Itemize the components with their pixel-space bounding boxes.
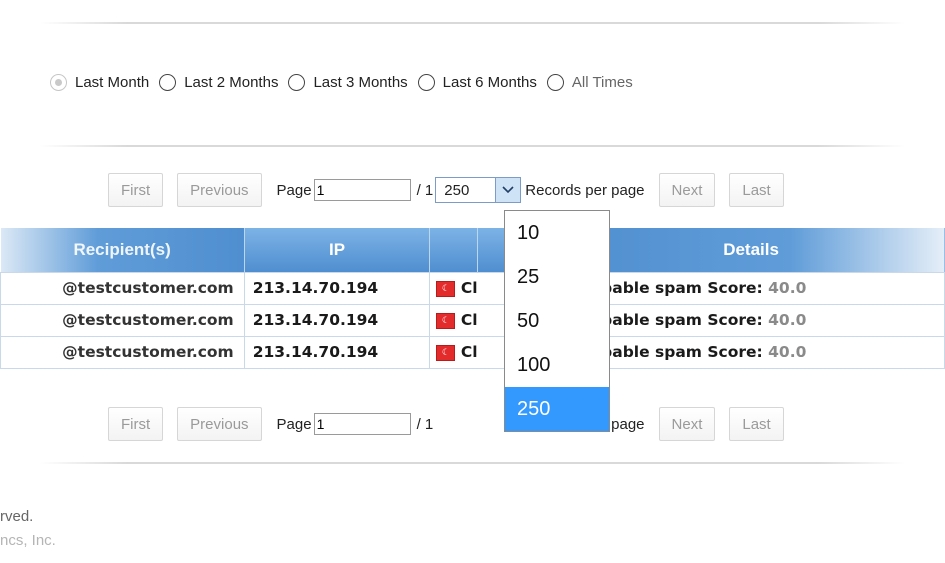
col3-text: Cl (460, 311, 478, 329)
turkey-flag-icon: ☾ (436, 344, 456, 361)
radio-icon[interactable] (159, 74, 177, 91)
column-header-flag (429, 228, 479, 272)
radio-label: Last 6 Months (442, 74, 537, 91)
radio-all-times[interactable]: All Times (546, 74, 633, 91)
dropdown-option-250[interactable]: 250 (505, 387, 609, 431)
dropdown-option-50[interactable]: 50 (505, 299, 609, 343)
col3-text: Cl (460, 279, 478, 297)
table-row[interactable]: @testcustomer.com 213.14.70.194 ☾ Cl s p… (0, 335, 945, 369)
radio-last-month[interactable]: Last Month (50, 74, 149, 91)
radio-icon[interactable] (288, 74, 306, 91)
page-number-input[interactable] (313, 413, 411, 435)
top-separator (40, 22, 905, 24)
column-header-recipients[interactable]: Recipient(s) (0, 228, 245, 272)
middle-separator (40, 145, 905, 147)
last-page-button[interactable]: Last (729, 173, 784, 207)
next-page-button[interactable]: Next (658, 173, 716, 207)
details-cell: s probable spam Score: 40.0 (557, 335, 945, 369)
page-label: Page (276, 415, 312, 433)
flag-cell: ☾ Cl (429, 335, 478, 369)
radio-icon[interactable] (546, 74, 564, 91)
records-per-page-dropdown: 10 25 50 100 250 (504, 210, 610, 432)
ip-cell: 213.14.70.194 (243, 271, 431, 305)
footer-copyright-line: rved. (0, 508, 34, 525)
date-range-radio-group: Last Month Last 2 Months Last 3 Months L… (50, 74, 643, 91)
bottom-separator (40, 462, 905, 464)
last-page-button[interactable]: Last (729, 407, 784, 441)
pager-bottom: First Previous Page / 1 Records per page… (108, 406, 784, 442)
page-number-input[interactable] (313, 179, 411, 201)
radio-icon[interactable] (50, 74, 67, 91)
dropdown-option-10[interactable]: 10 (505, 211, 609, 255)
radio-last-6-months[interactable]: Last 6 Months (417, 74, 537, 91)
table-row[interactable]: @testcustomer.com 213.14.70.194 ☾ Cl s p… (0, 303, 945, 337)
previous-page-button[interactable]: Previous (177, 173, 262, 207)
ip-cell: 213.14.70.194 (243, 335, 431, 369)
records-per-page-select[interactable]: 250 (435, 177, 522, 203)
radio-label: Last 3 Months (313, 74, 408, 91)
radio-last-3-months[interactable]: Last 3 Months (288, 74, 408, 91)
radio-label: Last 2 Months (184, 74, 279, 91)
page-count-label: / 1 (416, 415, 434, 433)
first-page-button[interactable]: First (108, 173, 164, 207)
turkey-flag-icon: ☾ (436, 280, 456, 297)
radio-label: All Times (571, 74, 633, 91)
page-count-label: / 1 (416, 181, 434, 199)
footer-company-line: ncs, Inc. (0, 532, 56, 549)
dropdown-option-25[interactable]: 25 (505, 255, 609, 299)
flag-cell: ☾ Cl (429, 303, 478, 337)
results-table: Recipient(s) IP Details @testcustomer.co… (0, 228, 945, 369)
chevron-down-icon[interactable] (495, 178, 521, 202)
next-page-button[interactable]: Next (658, 407, 716, 441)
pager-top: First Previous Page / 1 250 Records per … (108, 172, 784, 208)
score-value: 40.0 (768, 311, 807, 329)
radio-icon[interactable] (417, 74, 435, 91)
details-cell: s probable spam Score: 40.0 (557, 271, 945, 305)
dropdown-option-100[interactable]: 100 (505, 343, 609, 387)
results-table-wrapper: Recipient(s) IP Details @testcustomer.co… (0, 228, 945, 369)
ip-cell: 213.14.70.194 (243, 303, 431, 337)
previous-page-button[interactable]: Previous (177, 407, 262, 441)
recipient-cell: @testcustomer.com (0, 335, 245, 369)
table-row[interactable]: @testcustomer.com 213.14.70.194 ☾ Cl s p… (0, 271, 945, 305)
col3-text: Cl (460, 343, 478, 361)
radio-label: Last Month (75, 74, 150, 91)
first-page-button[interactable]: First (108, 407, 164, 441)
details-cell: s probable spam Score: 40.0 (557, 303, 945, 337)
flag-cell: ☾ Cl (429, 271, 478, 305)
score-value: 40.0 (768, 279, 807, 297)
table-header-row: Recipient(s) IP Details (0, 228, 945, 272)
turkey-flag-icon: ☾ (436, 312, 456, 329)
score-value: 40.0 (768, 343, 807, 361)
column-header-details[interactable]: Details (557, 228, 945, 272)
radio-last-2-months[interactable]: Last 2 Months (159, 74, 278, 91)
column-header-ip[interactable]: IP (244, 228, 431, 272)
page-label: Page (276, 181, 312, 199)
recipient-cell: @testcustomer.com (0, 303, 245, 337)
records-per-page-label: Records per page (525, 181, 645, 199)
records-per-page-value: 250 (444, 181, 470, 199)
recipient-cell: @testcustomer.com (0, 271, 245, 305)
